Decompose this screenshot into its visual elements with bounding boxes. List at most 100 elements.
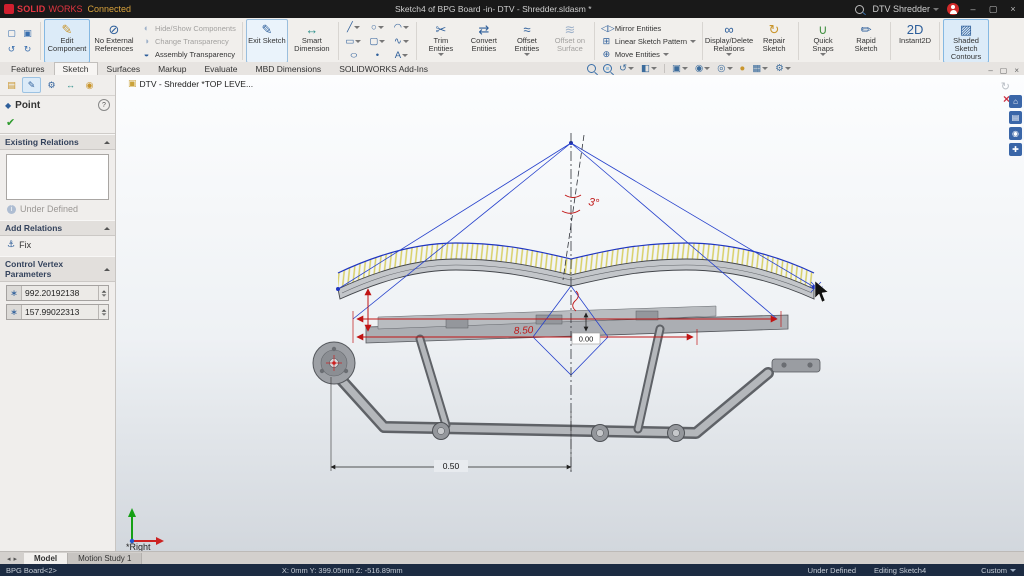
help-icon[interactable]: ?	[98, 99, 110, 111]
control-vertex-header[interactable]: Control Vertex Parameters	[0, 256, 115, 282]
apply-scene-button[interactable]: ▦	[752, 63, 768, 74]
move-entities-button[interactable]: ⊕ Move Entities	[598, 48, 699, 60]
change-transparency-button[interactable]: ◑ Change Transparency	[138, 35, 239, 47]
previous-view-button[interactable]: ↺	[619, 63, 634, 74]
search-icon[interactable]	[855, 5, 864, 14]
edit-component-button[interactable]: ✎ Edit Component	[44, 19, 90, 63]
undo-icon[interactable]: ↺	[5, 42, 18, 56]
vertex-x-field[interactable]: ∗ 992.20192138	[6, 285, 109, 301]
convert-entities-button[interactable]: ⇄ Convert Entities	[463, 19, 505, 63]
tab-motion-study-1[interactable]: Motion Study 1	[68, 553, 142, 564]
profile-menu[interactable]: DTV Shredder	[872, 4, 939, 14]
edit-component-icon: ✎	[62, 22, 73, 37]
doc-minimize-button[interactable]: –	[988, 66, 992, 75]
assembly-transparency-button[interactable]: ◒ Assembly Transparency	[138, 48, 239, 60]
view-orientation-button[interactable]: ▣	[672, 63, 688, 74]
repair-sketch-button[interactable]: ↻ Repair Sketch	[753, 19, 795, 63]
maximize-button[interactable]: ▢	[987, 4, 999, 15]
new-document-icon[interactable]: ▢	[5, 26, 18, 40]
mirror-entities-button[interactable]: ◁▷ Mirror Entities	[598, 22, 699, 34]
text-tool-button[interactable]: A	[390, 49, 413, 62]
bottom-dimension[interactable]: 0.50	[443, 461, 460, 471]
doc-close-button[interactable]: ×	[1014, 66, 1019, 75]
spline-tool-button[interactable]: ∿	[390, 35, 413, 48]
rectangle-icon: ▭	[345, 36, 354, 47]
document-title: Sketch4 of BPG Board -in- DTV - Shredder…	[131, 4, 855, 14]
rectangle-tool-button[interactable]: ▭	[342, 35, 365, 48]
avatar[interactable]	[947, 3, 959, 15]
no-external-references-button[interactable]: ⊘ No External References	[91, 19, 137, 63]
zero-dimension[interactable]: 0.00	[579, 335, 594, 344]
fix-relation-button[interactable]: ⚓ Fix	[0, 236, 115, 256]
hide-show-components-label: Hide/Show Components	[155, 24, 236, 33]
doc-restore-button[interactable]: ▢	[1000, 66, 1008, 75]
cad-viewport[interactable]: 3° 8.50 0.00 0.50 *Right	[116, 75, 1024, 552]
tab-sketch[interactable]: Sketch	[54, 62, 98, 75]
centerline[interactable]	[563, 133, 584, 475]
tab-model[interactable]: Model	[24, 553, 68, 564]
smart-dimension-button[interactable]: ↔ Smart Dimension	[289, 19, 335, 63]
dock-panel-icon[interactable]: ▤	[1009, 111, 1022, 124]
save-icon[interactable]: ▣	[21, 26, 34, 40]
dimxpert-manager-tab[interactable]: ↔	[62, 78, 79, 92]
quick-access-toolbar: ▢ ▣ ↺ ↻	[2, 19, 37, 63]
configuration-manager-tab[interactable]: ⚙	[43, 78, 60, 92]
vertex-x-spinner[interactable]	[98, 286, 108, 300]
feature-manager-tab[interactable]: ▤	[3, 78, 20, 92]
ellipse-tool-button[interactable]: ○	[342, 49, 365, 62]
instant2d-button[interactable]: 2D Instant2D	[894, 19, 936, 63]
ok-button[interactable]: ✔	[6, 117, 15, 129]
relations-listbox[interactable]	[6, 154, 109, 200]
linear-sketch-pattern-button[interactable]: ⊞ Linear Sketch Pattern	[598, 35, 699, 47]
offset-on-surface-label: Offset on Surface	[550, 37, 590, 53]
offset-entities-button[interactable]: ≈ Offset Entities	[506, 19, 548, 63]
shaded-sketch-contours-button[interactable]: ▨ Shaded Sketch Contours	[943, 19, 989, 63]
graphics-area[interactable]: 3° 8.50 0.00 0.50 *Right ▣ DTV - Shredde…	[116, 75, 1024, 552]
tab-solidworks-add-ins[interactable]: SOLIDWORKS Add-Ins	[330, 62, 437, 75]
line-tool-button[interactable]: ╱	[342, 21, 365, 34]
tab-nav: ◂ ▸	[0, 553, 24, 564]
dock-add-icon[interactable]: ✚	[1009, 143, 1022, 156]
tab-surfaces[interactable]: Surfaces	[98, 62, 150, 75]
status-coordinates: X: 0mm Y: 399.05mm Z: -516.89mm	[282, 566, 403, 575]
vertex-x-icon: ∗	[7, 286, 22, 300]
offset-on-surface-button[interactable]: ≋ Offset on Surface	[549, 19, 591, 63]
slot-tool-button[interactable]: ▢	[366, 35, 389, 48]
display-style-button[interactable]: ◉	[695, 63, 710, 74]
breadcrumb[interactable]: ▣ DTV - Shredder *TOP LEVE...	[128, 78, 253, 89]
section-view-button[interactable]: ◧	[641, 63, 657, 74]
close-button[interactable]: ×	[1007, 4, 1019, 14]
point-tool-button[interactable]: •	[366, 49, 389, 62]
trim-entities-button[interactable]: ✂ Trim Entities	[420, 19, 462, 63]
display-manager-tab[interactable]: ◉	[81, 78, 98, 92]
property-manager-tab[interactable]: ✎	[22, 77, 41, 93]
tab-mbd-dimensions[interactable]: MBD Dimensions	[247, 62, 331, 75]
rapid-sketch-button[interactable]: ✏ Rapid Sketch	[845, 19, 887, 63]
chassis-geometry[interactable]	[313, 306, 820, 442]
tab-nav-forward-icon[interactable]: ▸	[14, 555, 18, 563]
hide-show-items-button[interactable]: ◎	[717, 63, 732, 74]
tab-features[interactable]: Features	[2, 62, 54, 75]
display-delete-relations-button[interactable]: ∞ Display/Delete Relations	[706, 19, 752, 63]
view-settings-button[interactable]: ⚙	[775, 63, 791, 74]
vertex-y-spinner[interactable]	[98, 305, 108, 319]
redo-icon[interactable]: ↻	[21, 42, 34, 56]
hide-show-components-button[interactable]: ◐ Hide/Show Components	[138, 22, 239, 34]
existing-relations-header[interactable]: Existing Relations	[0, 134, 115, 150]
minimize-button[interactable]: –	[967, 4, 979, 14]
quick-snaps-button[interactable]: ∪ Quick Snaps	[802, 19, 844, 63]
tab-markup[interactable]: Markup	[149, 62, 195, 75]
dock-home-icon[interactable]: ⌂	[1009, 95, 1022, 108]
zoom-area-button[interactable]	[603, 64, 612, 73]
exit-sketch-button[interactable]: ✎ Exit Sketch	[246, 19, 288, 63]
add-relations-header[interactable]: Add Relations	[0, 220, 115, 236]
circle-tool-button[interactable]: ○	[366, 21, 389, 34]
tab-nav-back-icon[interactable]: ◂	[7, 555, 11, 563]
tab-evaluate[interactable]: Evaluate	[195, 62, 246, 75]
dock-compass-icon[interactable]: ◉	[1009, 127, 1022, 140]
edit-appearance-button[interactable]: ●	[740, 63, 746, 74]
arc-tool-button[interactable]: ◠	[390, 21, 413, 34]
vertex-y-field[interactable]: ∗ 157.99022313	[6, 304, 109, 320]
units-selector[interactable]: Custom	[981, 566, 1016, 575]
zoom-fit-button[interactable]	[587, 64, 596, 73]
